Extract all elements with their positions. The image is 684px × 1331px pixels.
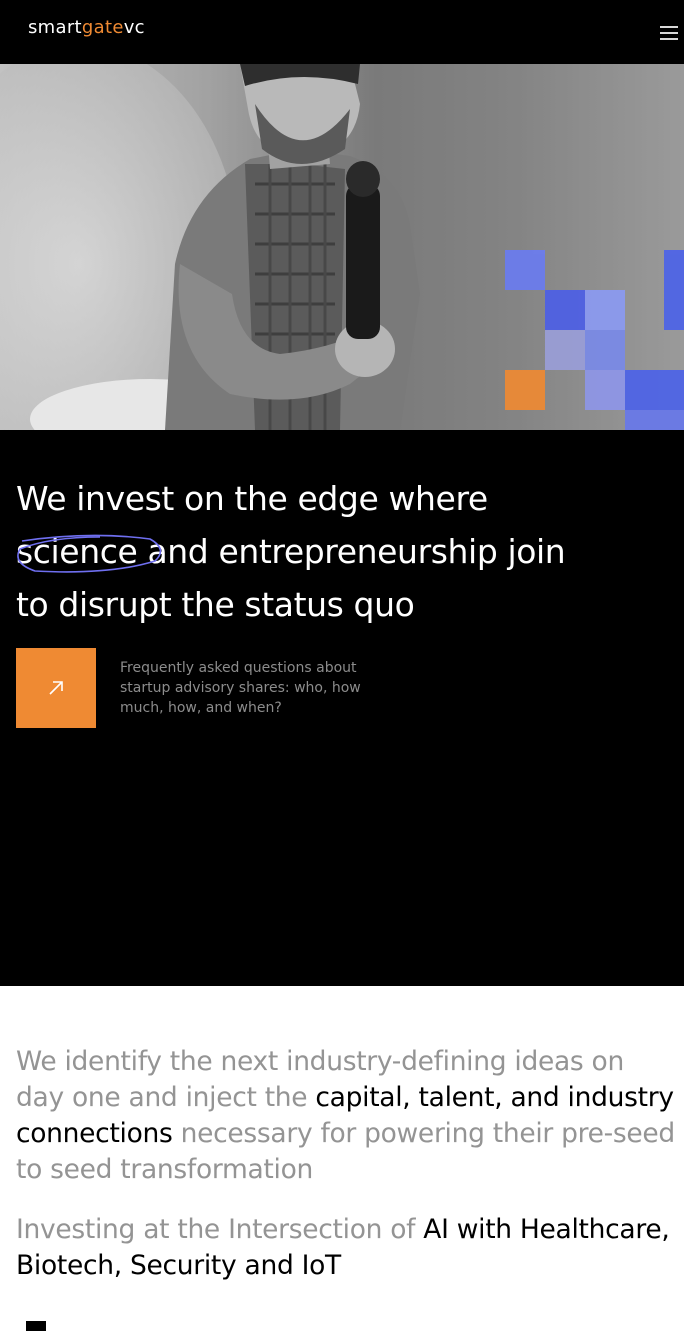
logo-text-gate: gate [81,17,124,38]
hero-headline: We invest on the edge where science and … [16,472,676,631]
headline-line2: and entrepreneurship join [147,532,566,571]
faq-link-button[interactable] [16,648,96,728]
scribble-circle-icon [17,534,162,573]
focus-text-muted: Investing at the Intersection of [16,1214,416,1245]
arrow-up-right-icon [49,681,63,695]
focus-paragraph: Investing at the Intersection of AI with… [16,1212,676,1284]
logo-text-vc: vc [123,17,145,38]
smartgatevc-logo[interactable]: smartgatevc [28,17,145,38]
site-header: smartgatevc [0,0,684,64]
section-marker [26,1321,46,1331]
speaker-photo-illustration [0,64,684,430]
logo-text-smart: smart [28,17,82,38]
hamburger-icon[interactable] [660,26,678,40]
headline-line3: to disrupt the status quo [16,585,415,624]
headline-circled-word: science [16,525,162,578]
hero-photo [0,64,684,430]
intro-section: We invest on the edge where science and … [0,430,684,986]
mission-paragraph: We identify the next industry-defining i… [16,1044,676,1188]
headline-line1: We invest on the edge where [16,479,488,518]
mission-section: We identify the next industry-defining i… [0,986,684,1331]
faq-link-text[interactable]: Frequently asked questions about startup… [120,658,370,718]
